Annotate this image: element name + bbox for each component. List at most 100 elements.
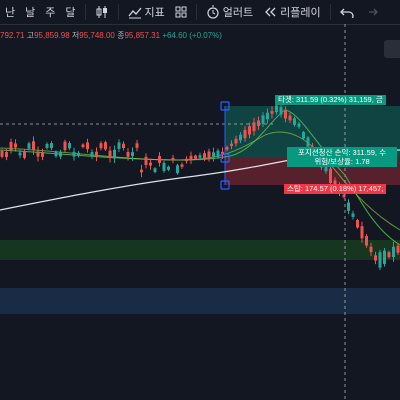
bearish-candle [243, 129, 247, 139]
bullish-candle [279, 107, 283, 115]
bearish-candle [63, 141, 67, 151]
bullish-candle [176, 165, 179, 174]
bearish-candle [288, 115, 292, 121]
bullish-candle [383, 250, 386, 264]
bearish-candle [248, 126, 251, 135]
replay-button[interactable]: 리플레이 [258, 4, 325, 20]
bullish-candle [90, 152, 94, 157]
toolbar-divider [195, 4, 197, 20]
price-chart[interactable] [0, 24, 400, 400]
indicators-label: 지표 [144, 7, 165, 19]
bearish-candle [365, 236, 368, 246]
bullish-candle [212, 152, 215, 157]
undo-button[interactable] [335, 6, 359, 18]
bullish-candle [45, 143, 49, 148]
bullish-candle [302, 132, 305, 139]
bearish-candle [270, 111, 274, 114]
bearish-candle [171, 157, 175, 161]
bearish-candle [225, 147, 229, 150]
bearish-candle [189, 155, 193, 160]
bullish-candle [27, 143, 31, 149]
candles-icon [96, 6, 107, 18]
bullish-candle [324, 166, 328, 172]
bearish-candle [158, 155, 161, 163]
bullish-candle [347, 202, 350, 211]
bearish-candle [387, 252, 391, 258]
bullish-candle [239, 134, 242, 141]
bearish-candle [140, 169, 143, 173]
bearish-candle [122, 143, 125, 149]
bullish-candle [162, 162, 166, 171]
bearish-candle [9, 142, 13, 151]
bearish-candle [104, 142, 107, 150]
bearish-candle [234, 138, 238, 144]
bearish-candle [108, 150, 112, 158]
bearish-candle [14, 143, 17, 148]
bearish-candle [5, 152, 8, 158]
bullish-candle [392, 246, 395, 258]
bullish-candle [77, 152, 80, 156]
bearish-candle [374, 255, 377, 261]
rewind-icon [265, 7, 276, 17]
bearish-candle [95, 151, 98, 157]
alert-label: 얼러트 [222, 7, 254, 19]
pnl-label: 포지션청산 손익: 311.59, 수 [297, 148, 386, 157]
timeframe-option[interactable]: 날 [20, 4, 40, 20]
bearish-candle [135, 143, 139, 148]
bullish-candle [297, 123, 301, 127]
chart-type-button[interactable] [90, 5, 114, 19]
bearish-candle [99, 143, 103, 149]
bullish-candle [266, 112, 269, 120]
bullish-candle [50, 143, 53, 149]
bearish-candle [23, 151, 26, 158]
bullish-candle [131, 152, 134, 157]
timeframe-option[interactable]: 주 [40, 4, 60, 20]
alert-button[interactable]: 얼러트 [201, 4, 258, 20]
timeframe-option[interactable]: 난 [0, 4, 20, 20]
bullish-candle [351, 213, 355, 217]
timeframe-option[interactable]: 달 [60, 4, 80, 20]
bullish-candle [72, 151, 76, 157]
bearish-candle [194, 155, 197, 159]
bullish-candle [59, 152, 62, 157]
toolbar-divider [117, 4, 119, 20]
bearish-candle [32, 141, 35, 150]
bullish-candle [216, 150, 220, 158]
bearish-candle [356, 220, 359, 228]
undo-icon [339, 8, 354, 18]
bearish-candle [284, 110, 287, 119]
layout-button[interactable] [170, 6, 192, 18]
redo-button[interactable] [359, 6, 383, 18]
bearish-candle [230, 143, 233, 146]
bearish-candle [207, 151, 211, 159]
bearish-candle [396, 245, 400, 253]
bullish-candle [167, 166, 170, 170]
bearish-candle [252, 122, 256, 132]
risk-reward-label: 위험/보상율: 1.78 [314, 157, 370, 166]
bullish-candle [54, 151, 58, 157]
bearish-candle [329, 168, 332, 184]
bearish-candle [144, 156, 148, 165]
bullish-candle [117, 142, 121, 149]
bearish-candle [36, 151, 40, 157]
bullish-candle [378, 252, 382, 268]
bearish-candle [81, 144, 85, 148]
bullish-candle [153, 168, 157, 173]
support-zone [0, 240, 400, 260]
toolbar-divider [84, 4, 86, 20]
bearish-candle [41, 151, 44, 157]
position-pnl-box: 포지션청산 손익: 311.59, 수 위험/보상율: 1.78 [287, 147, 397, 167]
bearish-candle [185, 158, 188, 162]
indicators-button[interactable]: 지표 [123, 4, 170, 20]
bearish-candle [86, 142, 89, 150]
bullish-candle [198, 155, 202, 158]
toolbar-divider [329, 4, 331, 20]
bearish-candle [0, 150, 4, 157]
demand-zone [0, 288, 400, 314]
bearish-candle [342, 194, 346, 198]
redo-icon [368, 8, 378, 16]
bearish-candle [126, 152, 130, 157]
bearish-candle [369, 246, 373, 253]
bullish-candle [306, 137, 310, 147]
indicators-icon [127, 7, 141, 19]
